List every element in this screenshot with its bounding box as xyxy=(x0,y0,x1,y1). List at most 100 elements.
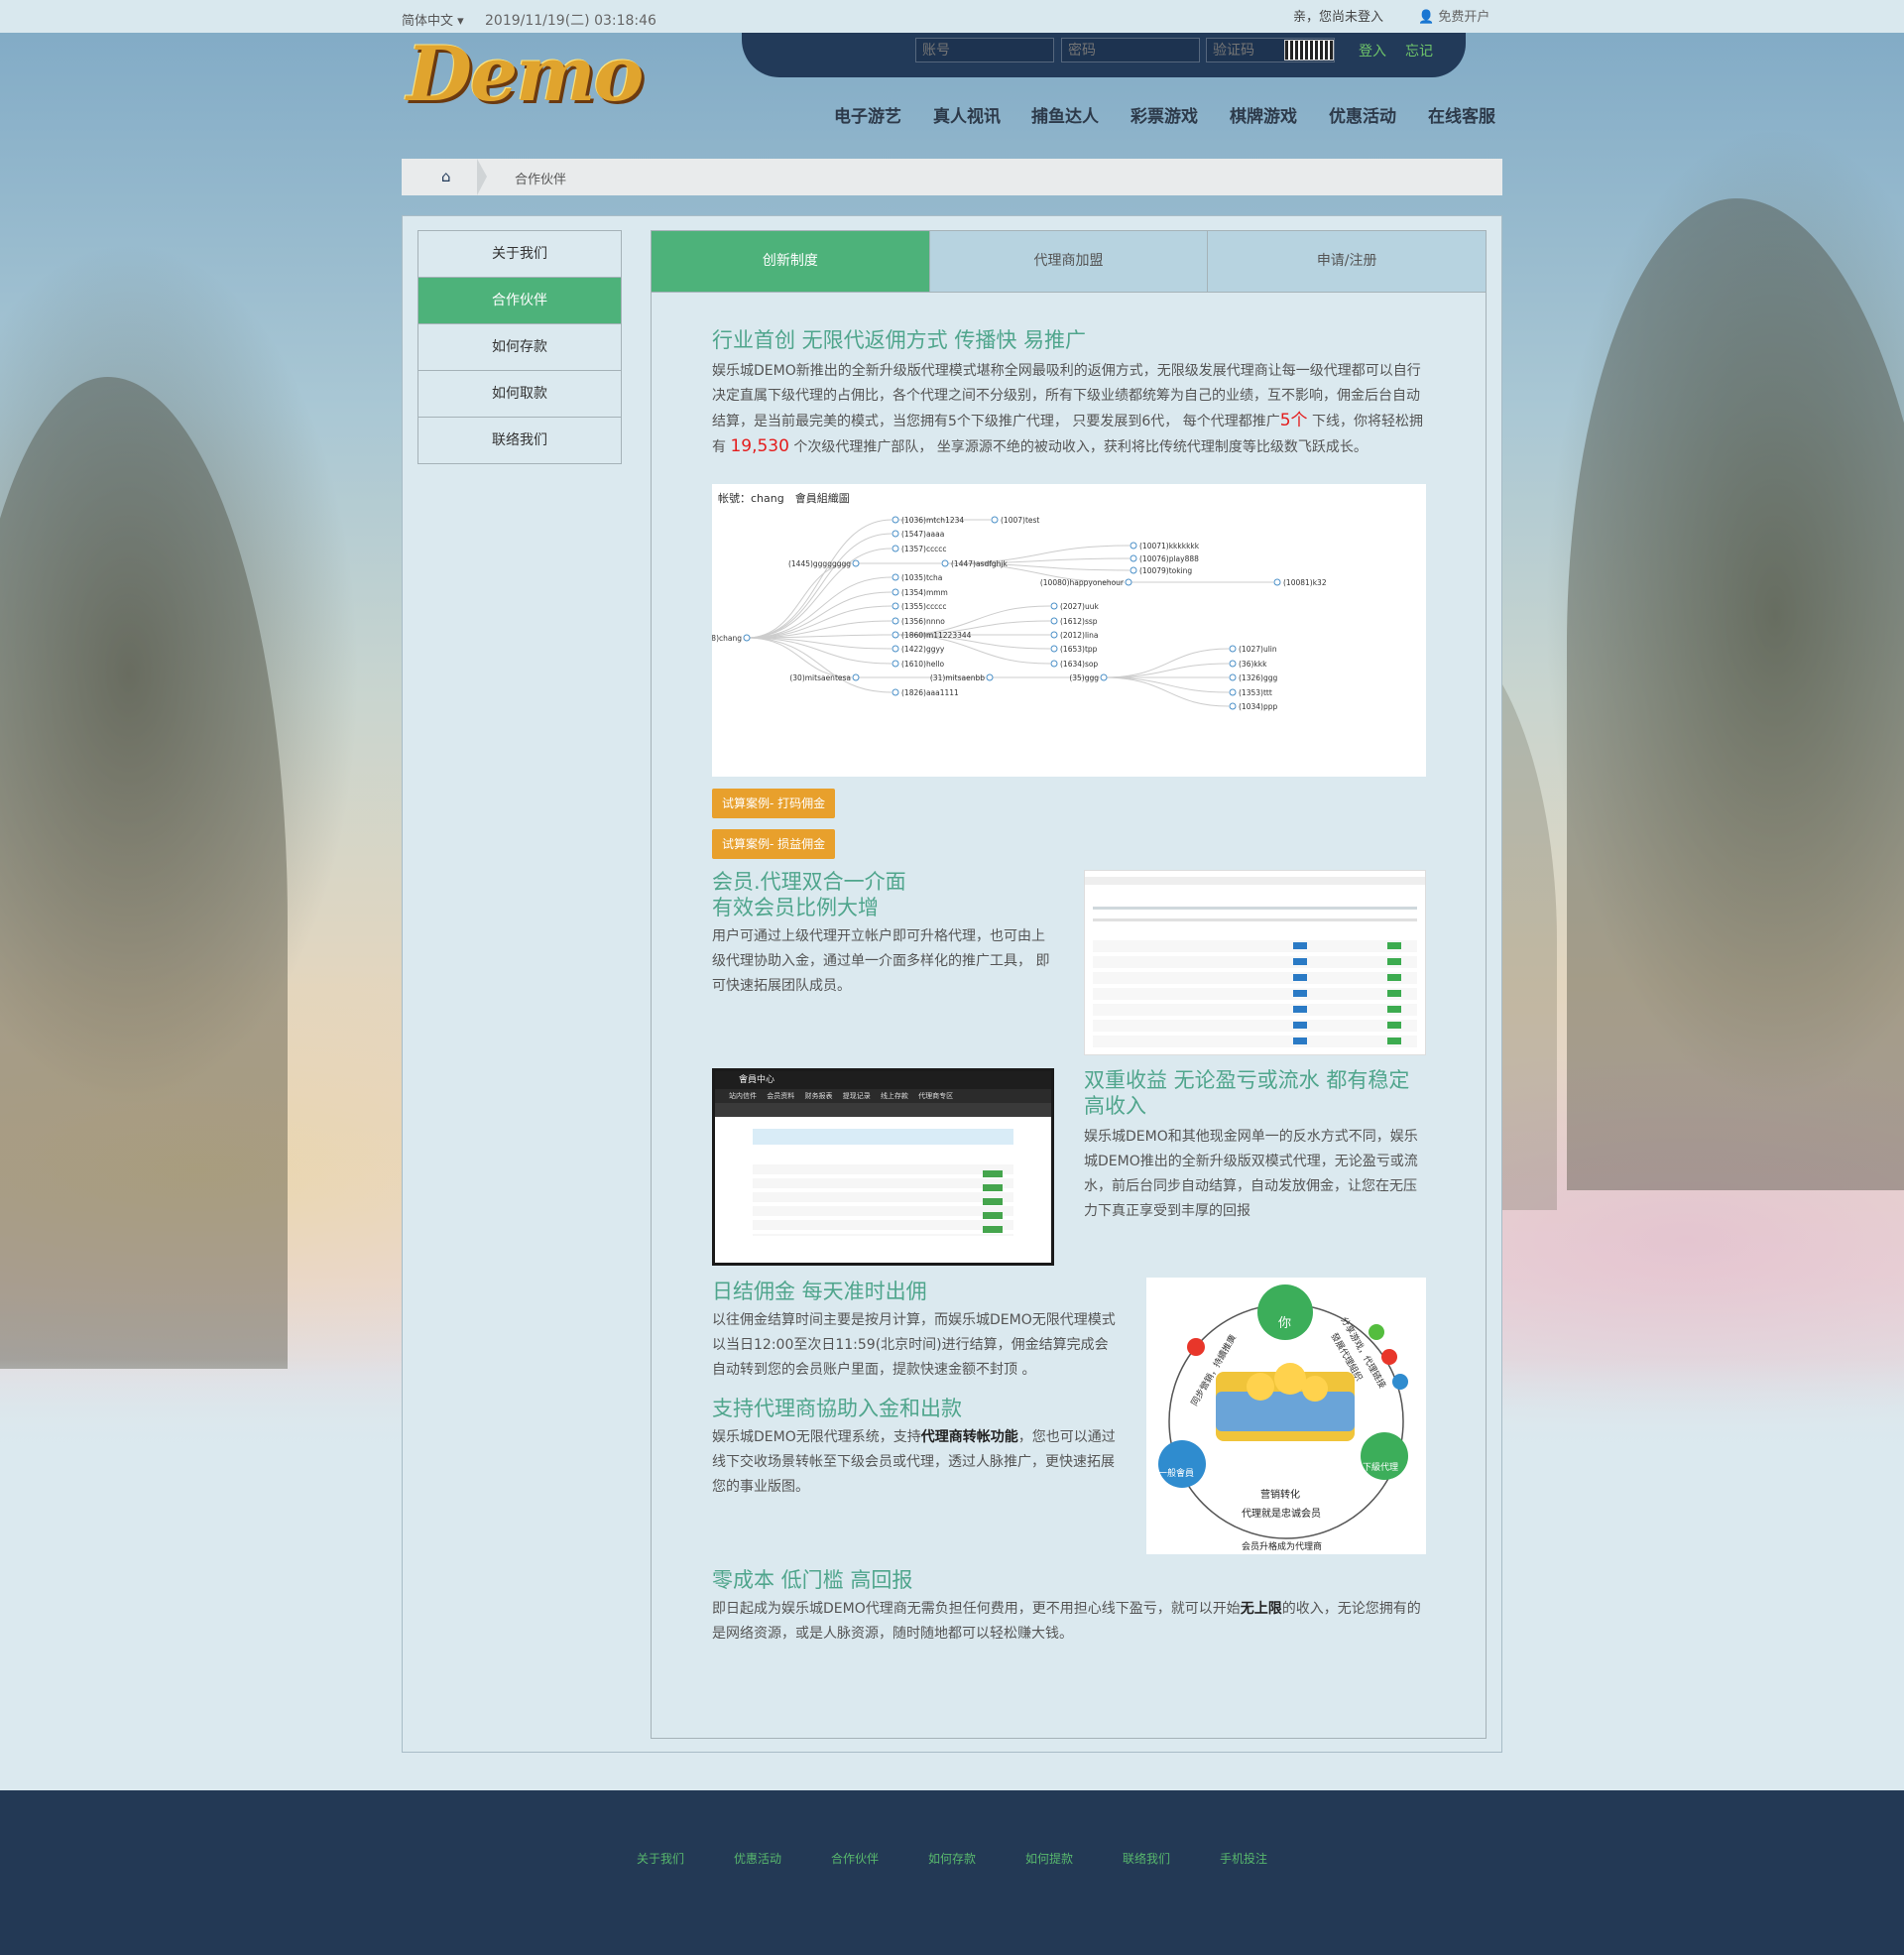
tree-node-label: (2027)uuk xyxy=(1060,602,1099,611)
tree-node-label: (1036)mtch1234 xyxy=(901,516,964,525)
tree-node-label: (1356)nnno xyxy=(901,617,945,626)
tree-node-label: (1653)tpp xyxy=(1060,645,1098,654)
tree-node xyxy=(1229,660,1237,668)
tree-node-label: (2012)lina xyxy=(1060,631,1098,640)
nav-item[interactable]: 在线客服 xyxy=(1428,102,1495,127)
nav-item[interactable]: 捕鱼达人 xyxy=(1031,102,1099,127)
nav-item[interactable]: 真人视讯 xyxy=(933,102,1001,127)
tree-node-label: (31)mitsaenbb xyxy=(930,673,985,682)
nav-item[interactable]: 彩票游戏 xyxy=(1130,102,1198,127)
tree-edge xyxy=(746,637,892,693)
tree-node-label: (1357)ccccc xyxy=(901,545,947,553)
tree-node xyxy=(986,673,994,681)
greeting-text: 亲，您尚未登入 xyxy=(1293,10,1384,25)
tree-node xyxy=(892,617,899,625)
tree-node xyxy=(1130,566,1137,574)
diagram-label: 下級代理 xyxy=(1363,1461,1398,1473)
tree-node-label: (1445)gggggggg xyxy=(788,559,851,568)
tree-node xyxy=(1130,554,1137,562)
agent-cycle-diagram: 你 一般會員 下級代理 同步營銷，持續推廣 分享游戏，代理链接 發展代理組织 营… xyxy=(1146,1278,1426,1554)
tree-node xyxy=(743,634,751,642)
nav-item[interactable]: 棋牌游戏 xyxy=(1230,102,1297,127)
tree-node-label: (1027)ulin xyxy=(1239,645,1277,654)
home-icon[interactable]: ⌂ xyxy=(441,168,451,185)
diagram-label: 一般會員 xyxy=(1158,1467,1194,1479)
footer-link[interactable]: 如何提款 xyxy=(1025,1850,1073,1867)
section-title: 有效会员比例大增 xyxy=(712,896,879,919)
screenshot-tab: 线上存款 xyxy=(880,1092,919,1100)
tree-node xyxy=(1229,645,1237,653)
password-input[interactable] xyxy=(1061,38,1200,62)
tree-node-label: (18)chang xyxy=(712,634,742,643)
tree-node-label: (35)ggg xyxy=(1069,673,1099,682)
tree-node xyxy=(892,602,899,610)
register-link[interactable]: 👤 免费开户 xyxy=(1418,6,1489,25)
tree-node-label: (10080)happyonehour xyxy=(1040,578,1125,587)
section-body: 即日起成为娱乐城DEMO代理商无需负担任何费用，更不用担心线下盈亏，就可以开始无… xyxy=(712,1601,1421,1642)
footer-link[interactable]: 优惠活动 xyxy=(734,1850,781,1867)
footer-link[interactable]: 联络我们 xyxy=(1123,1850,1170,1867)
tree-node xyxy=(892,545,899,552)
language-select[interactable]: 简体中文 ▾ xyxy=(402,10,464,29)
tree-node xyxy=(1229,673,1237,681)
screenshot-tab: 会员资料 xyxy=(767,1092,805,1100)
section-title: 零成本 低门槛 高回报 xyxy=(712,1568,913,1592)
user-icon: 👤 xyxy=(1418,10,1435,25)
logo[interactable]: Demo xyxy=(407,30,644,118)
tab-innovation[interactable]: 创新制度 xyxy=(652,231,930,292)
section-body: 娱乐城DEMO新推出的全新升级版代理模式堪称全网最吸利的返佣方式，无限级发展代理… xyxy=(712,363,1423,456)
tree-node xyxy=(852,559,860,567)
sidebar-item-about[interactable]: 关于我们 xyxy=(418,231,621,278)
tree-edge xyxy=(1103,648,1230,678)
footer-link[interactable]: 如何存款 xyxy=(928,1850,976,1867)
tree-node xyxy=(892,688,899,696)
tree-node xyxy=(1229,702,1237,710)
login-bar: 登入 忘记 xyxy=(742,33,1466,77)
calc-case-betting-button[interactable]: 试算案例- 打码佣金 xyxy=(712,789,836,818)
captcha-image[interactable] xyxy=(1284,40,1334,61)
diagram-label: 你 xyxy=(1278,1316,1291,1331)
section-body: 娱乐城DEMO和其他现金网单一的反水方式不同，娱乐城DEMO推出的全新升级版双模… xyxy=(1084,1129,1418,1219)
tree-node xyxy=(892,588,899,596)
tab-apply[interactable]: 申请/注册 xyxy=(1208,231,1487,292)
calc-case-profit-button[interactable]: 试算案例- 损益佣金 xyxy=(712,829,836,859)
section-title: 双重收益 无论盈亏或流水 都有稳定高收入 xyxy=(1084,1068,1410,1118)
sidebar-item-partners[interactable]: 合作伙伴 xyxy=(418,278,621,324)
diagram-label: 会员升格成为代理商 xyxy=(1242,1540,1322,1552)
section-title: 支持代理商協助入金和出款 xyxy=(712,1397,962,1420)
forgot-link[interactable]: 忘记 xyxy=(1405,41,1433,61)
tree-node-label: (36)kkk xyxy=(1239,660,1267,669)
diagram-label: 营销转化 xyxy=(1260,1488,1300,1501)
footer-link[interactable]: 手机投注 xyxy=(1220,1850,1267,1867)
tree-node-label: (1447)asdfghjk xyxy=(951,559,1008,568)
sidebar-item-contact[interactable]: 联络我们 xyxy=(418,418,621,464)
footer-link[interactable]: 合作伙伴 xyxy=(831,1850,879,1867)
tree-node xyxy=(892,530,899,538)
tree-node-label: (1035)tcha xyxy=(901,573,942,582)
tree-node-label: (10076)play888 xyxy=(1139,554,1199,563)
tree-node-label: (1860)m11223344 xyxy=(901,631,972,640)
section-body: 用户可通过上级代理开立帐户即可升格代理，也可由上级代理协助入金，通过单一介面多样… xyxy=(712,928,1050,994)
sidebar-item-withdraw[interactable]: 如何取款 xyxy=(418,371,621,418)
tree-node-label: (1007)test xyxy=(1001,516,1039,525)
account-input[interactable] xyxy=(915,38,1054,62)
tree-node xyxy=(1050,617,1058,625)
sidebar-item-deposit[interactable]: 如何存款 xyxy=(418,324,621,371)
tree-edge xyxy=(1103,676,1230,693)
tree-node-label: (1634)sop xyxy=(1060,660,1098,669)
tree-node-label: (1826)aaa1111 xyxy=(901,688,959,697)
tree-node-label: (10079)toking xyxy=(1139,566,1192,575)
login-button[interactable]: 登入 xyxy=(1359,41,1386,61)
screenshot-tab: 提现记录 xyxy=(842,1092,881,1100)
top-bar: 简体中文 ▾ 2019/11/19(二) 03:18:46 亲，您尚未登入 👤 … xyxy=(0,0,1904,33)
sidebar: 关于我们 合作伙伴 如何存款 如何取款 联络我们 xyxy=(417,230,622,464)
tree-node xyxy=(852,673,860,681)
tree-node-label: (1355)ccccc xyxy=(901,602,947,611)
nav-item[interactable]: 优惠活动 xyxy=(1329,102,1396,127)
nav-item[interactable]: 电子游艺 xyxy=(834,102,901,127)
tree-node-label: (1354)mmm xyxy=(901,588,948,597)
tree-node xyxy=(991,516,999,524)
tab-agent-join[interactable]: 代理商加盟 xyxy=(929,231,1209,292)
footer-link[interactable]: 关于我们 xyxy=(637,1850,684,1867)
footer: 关于我们 优惠活动 合作伙伴 如何存款 如何提款 联络我们 手机投注 xyxy=(0,1790,1904,1955)
